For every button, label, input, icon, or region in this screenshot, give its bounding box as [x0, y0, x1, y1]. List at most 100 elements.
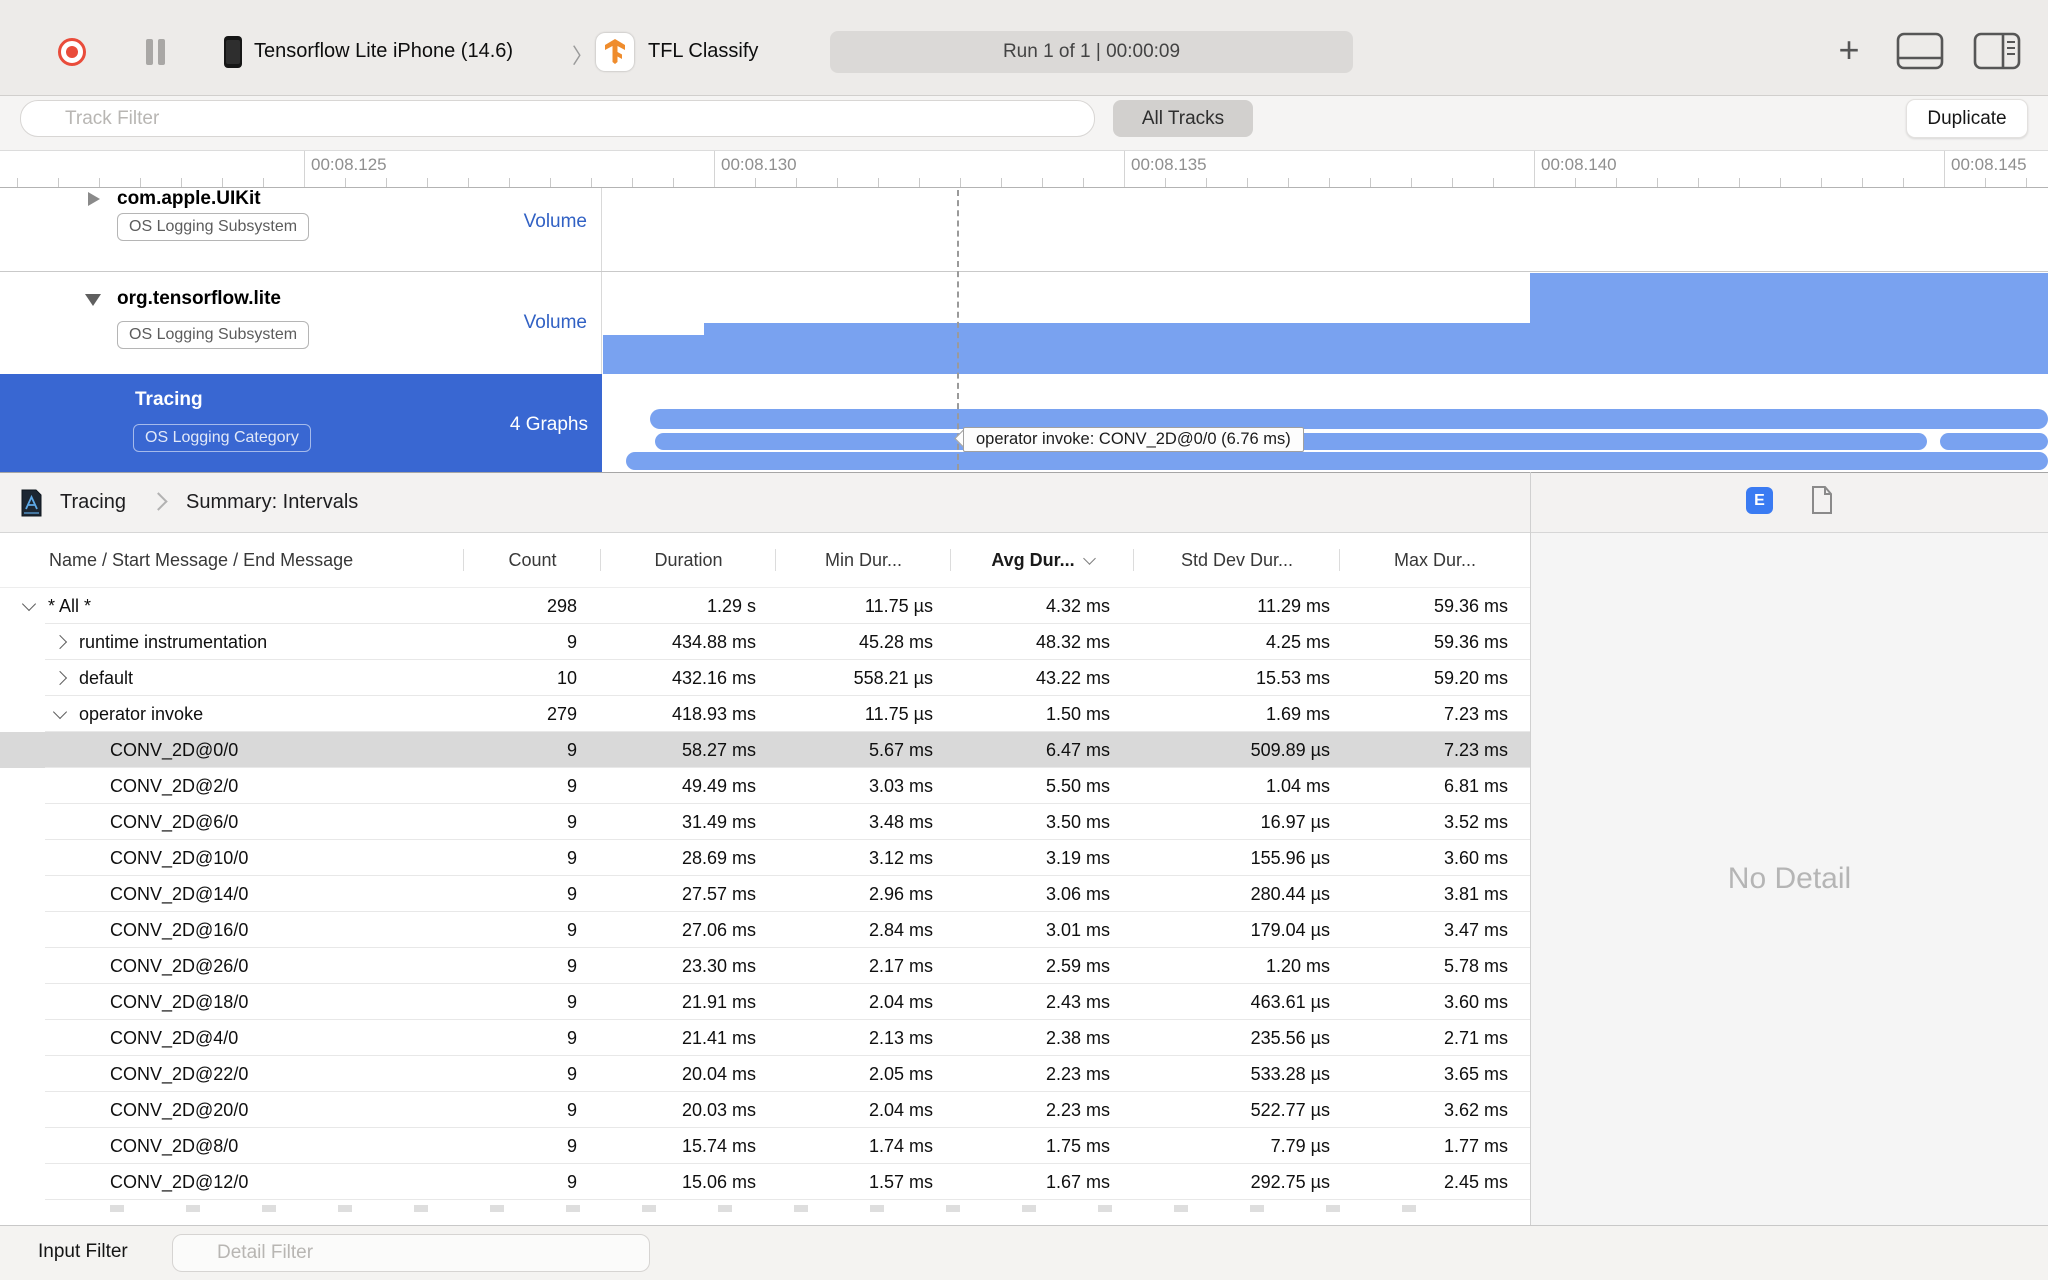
plus-icon[interactable]: + — [1832, 29, 1866, 70]
disclosure-right-icon[interactable] — [88, 192, 100, 206]
interval-bar[interactable] — [626, 452, 2048, 470]
row-count-cell: 9 — [566, 811, 577, 832]
table-row[interactable]: operator invoke 279 418.93 ms 11.75 µs 1.50 … — [0, 696, 1530, 732]
table-row[interactable]: CONV_2D@20/0 9 20.03 ms 2.04 ms 2.23 ms 522.7… — [0, 1092, 1530, 1128]
ruler-minor-tick — [796, 178, 797, 187]
table-row[interactable]: runtime instrumentation 9 434.88 ms 45.28 m… — [0, 624, 1530, 660]
table-row[interactable]: CONV_2D@14/0 9 27.57 ms 2.96 ms 3.06 ms 280.4… — [0, 876, 1530, 912]
column-header-avg[interactable]: Avg Dur... — [951, 533, 1134, 587]
table-row[interactable]: default 10 432.16 ms 558.21 µs 43.22 ms 15.53… — [0, 660, 1530, 696]
track-row-tensorflow[interactable]: org.tensorflow.lite OS Logging Subsystem… — [0, 272, 2048, 374]
track-row-uikit[interactable]: com.apple.UIKit OS Logging Subsystem Vol… — [0, 188, 2048, 272]
bottom-filter-bar: Input Filter — [0, 1225, 2048, 1280]
column-header-name[interactable]: Name / Start Message / End Message — [0, 533, 464, 587]
table-row[interactable]: CONV_2D@26/0 9 23.30 ms 2.17 ms 2.59 ms 1.20 … — [0, 948, 1530, 984]
row-avg-cell: 2.23 ms — [1045, 1099, 1110, 1120]
track-row-tracing[interactable]: Tracing OS Logging Category 4 Graphs — [0, 374, 2048, 472]
table-row[interactable]: CONV_2D@4/0 9 21.41 ms 2.13 ms 2.38 ms 235.56… — [0, 1020, 1530, 1056]
row-count-cell: 9 — [566, 1171, 577, 1192]
row-name: CONV_2D@14/0 — [110, 883, 249, 904]
track-header: com.apple.UIKit OS Logging Subsystem Vol… — [0, 188, 602, 271]
breadcrumb-instrument[interactable]: Tracing — [60, 491, 126, 514]
all-tracks-button[interactable]: All Tracks — [1113, 100, 1253, 137]
input-filter-label: Input Filter — [38, 1241, 128, 1262]
ruler-major-tick — [1534, 151, 1535, 187]
app-target[interactable]: TFL Classify — [648, 40, 758, 63]
chevron-right-icon[interactable] — [52, 670, 68, 686]
ruler-minor-tick — [1001, 178, 1002, 187]
row-count-cell: 9 — [566, 991, 577, 1012]
pane-divider[interactable] — [1530, 472, 1531, 1225]
ruler-tick-label: 00:08.140 — [1541, 155, 1617, 174]
timeline-ruler[interactable]: 00:08.125 00:08.130 00:08.135 00:08.140 00:0… — [0, 151, 2048, 188]
row-min-cell: 3.03 ms — [868, 775, 933, 796]
track-filter-input[interactable] — [20, 100, 1095, 137]
row-avg-cell: 5.50 ms — [1045, 775, 1110, 796]
row-max-cell: 59.36 ms — [1433, 631, 1508, 652]
detail-filter-input[interactable] — [172, 1234, 650, 1272]
ruler-minor-tick — [1288, 178, 1289, 187]
pause-icon[interactable] — [146, 39, 172, 65]
table-row[interactable]: CONV_2D@0/0 9 58.27 ms 5.67 ms 6.47 ms 509.89… — [0, 732, 1530, 768]
track-meta-link[interactable]: Volume — [524, 312, 587, 334]
ruler-minor-tick — [673, 178, 674, 187]
row-max-cell: 3.81 ms — [1443, 883, 1508, 904]
table-row[interactable]: CONV_2D@16/0 9 27.06 ms 2.84 ms 3.01 ms 179.0… — [0, 912, 1530, 948]
row-avg-cell: 48.32 ms — [1035, 631, 1110, 652]
row-min-cell: 11.75 µs — [864, 703, 933, 724]
table-row[interactable]: CONV_2D@2/0 9 49.49 ms 3.03 ms 5.50 ms 1.04 m… — [0, 768, 1530, 804]
row-std-cell: 292.75 µs — [1250, 1171, 1330, 1192]
sort-chevron-down-icon — [1082, 551, 1096, 565]
table-row[interactable]: CONV_2D@8/0 9 15.74 ms 1.74 ms 1.75 ms 7.79 µ… — [0, 1128, 1530, 1164]
table-row[interactable]: CONV_2D@10/0 9 28.69 ms 3.12 ms 3.19 ms 155.9… — [0, 840, 1530, 876]
ruler-minor-tick — [1042, 178, 1043, 187]
interval-bar[interactable] — [1940, 433, 2048, 450]
row-avg-cell: 6.47 ms — [1045, 739, 1110, 760]
ruler-minor-tick — [140, 178, 141, 187]
row-duration-cell: 27.57 ms — [681, 883, 756, 904]
disclosure-down-icon[interactable] — [85, 294, 101, 306]
row-max-cell: 59.20 ms — [1433, 667, 1508, 688]
row-name-cell: runtime instrumentation — [0, 632, 464, 653]
column-header-min[interactable]: Min Dur... — [776, 533, 951, 587]
row-max-cell: 6.81 ms — [1443, 775, 1508, 796]
duplicate-button[interactable]: Duplicate — [1906, 99, 2028, 138]
ruler-minor-tick — [919, 178, 920, 187]
track-meta-label: 4 Graphs — [509, 414, 588, 435]
column-header-stddev[interactable]: Std Dev Dur... — [1134, 533, 1340, 587]
table-row[interactable]: CONV_2D@12/0 9 15.06 ms 1.57 ms 1.67 ms 292.7… — [0, 1164, 1530, 1200]
row-max-cell: 3.62 ms — [1443, 1099, 1508, 1120]
extended-detail-badge[interactable]: E — [1746, 487, 1773, 514]
split-bottom-icon[interactable] — [1895, 30, 1945, 72]
table-row[interactable]: * All * 298 1.29 s 11.75 µs 4.32 ms 11.29 ms 5… — [0, 588, 1530, 624]
ruler-minor-tick — [755, 178, 756, 187]
chevron-down-icon[interactable] — [52, 704, 68, 720]
row-name: CONV_2D@0/0 — [110, 739, 239, 760]
chevron-right-icon[interactable] — [52, 634, 68, 650]
row-max-cell: 7.23 ms — [1443, 703, 1508, 724]
document-icon[interactable] — [1810, 485, 1834, 520]
row-name: CONV_2D@12/0 — [110, 1171, 249, 1192]
ruler-minor-tick — [1985, 178, 1986, 187]
table-row[interactable]: CONV_2D@22/0 9 20.04 ms 2.05 ms 2.23 ms 533.2… — [0, 1056, 1530, 1092]
column-header-duration[interactable]: Duration — [601, 533, 776, 587]
row-max-cell: 3.60 ms — [1443, 847, 1508, 868]
device-target[interactable]: Tensorflow Lite iPhone (14.6) — [254, 40, 513, 63]
interval-bar[interactable] — [650, 409, 2048, 429]
row-std-cell: 509.89 µs — [1250, 739, 1330, 760]
playhead-line — [957, 190, 959, 470]
breadcrumb-view[interactable]: Summary: Intervals — [186, 491, 358, 514]
table-row[interactable]: CONV_2D@6/0 9 31.49 ms 3.48 ms 3.50 ms 16.97 … — [0, 804, 1530, 840]
row-name: CONV_2D@22/0 — [110, 1063, 249, 1084]
table-row[interactable]: CONV_2D@18/0 9 21.91 ms 2.04 ms 2.43 ms 463.6… — [0, 984, 1530, 1020]
split-right-icon[interactable] — [1972, 30, 2022, 72]
record-icon[interactable] — [58, 38, 86, 66]
ruler-minor-tick — [1903, 178, 1904, 187]
ruler-minor-tick — [509, 178, 510, 187]
chevron-down-icon[interactable] — [21, 596, 37, 612]
track-meta-link[interactable]: Volume — [524, 211, 587, 233]
row-duration-cell: 31.49 ms — [681, 811, 756, 832]
row-avg-cell: 3.19 ms — [1045, 847, 1110, 868]
column-header-count[interactable]: Count — [464, 533, 601, 587]
column-header-max[interactable]: Max Dur... — [1340, 533, 1530, 587]
